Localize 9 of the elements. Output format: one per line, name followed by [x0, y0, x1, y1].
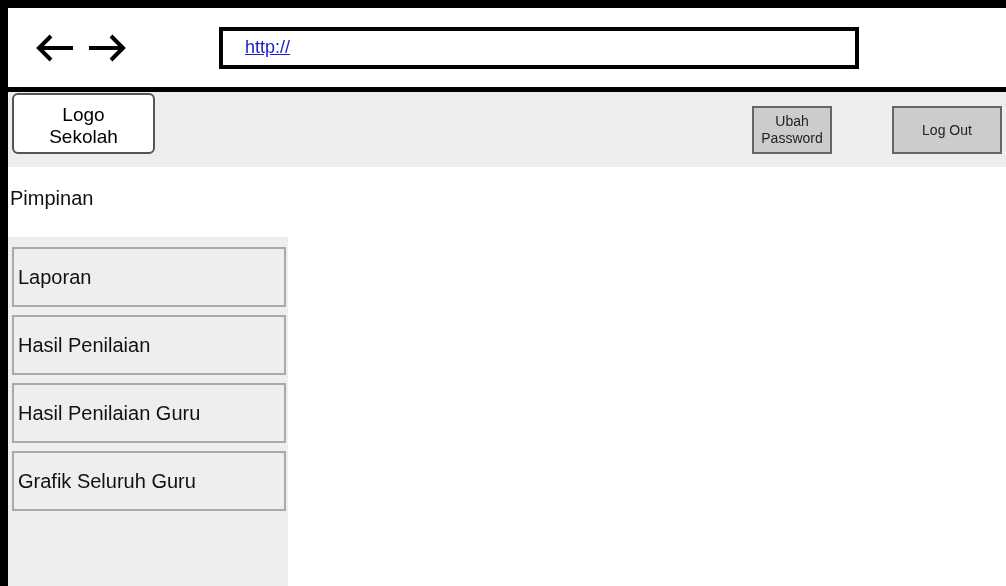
address-bar[interactable]: http://: [219, 26, 859, 69]
logout-button[interactable]: Log Out: [892, 106, 1002, 154]
menu-item[interactable]: Grafik Seluruh Guru: [12, 451, 286, 511]
role-title: Pimpinan: [9, 186, 95, 211]
menu-item[interactable]: Laporan: [12, 247, 286, 307]
logo-button[interactable]: Logo Sekolah: [12, 93, 155, 154]
menu-item[interactable]: Hasil Penilaian Guru: [12, 383, 286, 443]
menu-item[interactable]: Hasil Penilaian: [12, 315, 286, 375]
change-password-button[interactable]: Ubah Password: [752, 106, 832, 154]
